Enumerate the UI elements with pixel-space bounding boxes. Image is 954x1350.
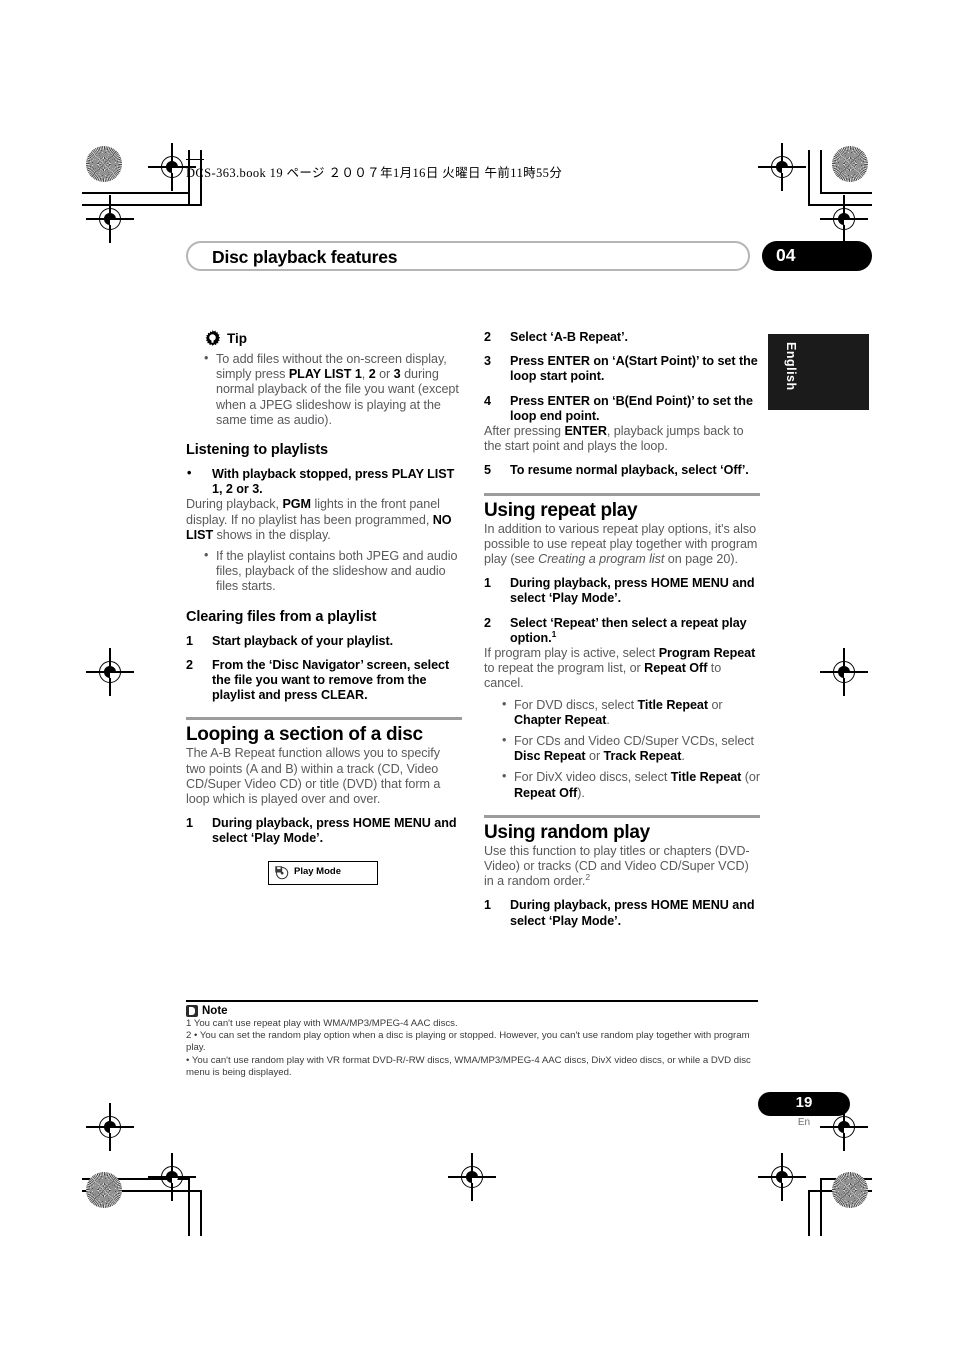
page-language-code: En — [797, 1117, 811, 1128]
looping-step-1: 1 During playback, press HOME MENU and s… — [186, 816, 457, 846]
registration-mark — [758, 1153, 806, 1201]
density-patch — [832, 146, 868, 182]
heading-listening-to-playlists: Listening to playlists — [186, 442, 329, 459]
ab-step-2: 2 Select ‘A-B Repeat’. — [484, 330, 628, 344]
ab-step-2-text: Select ‘A-B Repeat’. — [510, 330, 628, 344]
clearing-step-2-text: From the ‘Disc Navigator’ screen, select… — [212, 657, 450, 703]
density-patch — [832, 1172, 868, 1208]
registration-mark — [148, 1153, 196, 1201]
ab-step-4-body: After pressing ENTER, playback jumps bac… — [484, 424, 744, 454]
note-header: Note — [186, 1005, 758, 1017]
note-label: Note — [202, 1005, 228, 1017]
random-intro: Use this function to play titles or chap… — [484, 844, 760, 890]
listening-body: During playback, PGM lights in the front… — [186, 497, 452, 542]
note-line-1: 1 You can't use repeat play with WMA/MP3… — [186, 1018, 458, 1029]
note-line-3: • You can't use random play with VR form… — [186, 1054, 751, 1078]
random-step-1-text: During playback, press HOME MENU and sel… — [510, 898, 755, 928]
book-file-header: DCS-363.book 19 ページ ２００７年1月16日 火曜日 午前11時… — [186, 159, 563, 181]
book-file-header-text: DCS-363.book 19 ページ ２００７年1月16日 火曜日 午前11時… — [186, 166, 563, 180]
ab-step-5: 5 To resume normal playback, select ‘Off… — [484, 463, 749, 478]
listening-sub-bullet: If the playlist contains both JPEG and a… — [202, 548, 462, 595]
listening-step-bullet: • — [187, 466, 192, 481]
listening-step-text: With playback stopped, press PLAY LIST 1… — [212, 467, 455, 497]
registration-mark — [86, 195, 134, 243]
disc-play-mode-icon — [274, 865, 289, 880]
registration-mark — [820, 648, 868, 696]
gear-tip-icon — [204, 330, 221, 347]
clearing-step-1-text: Start playback of your playlist. — [212, 633, 394, 648]
left-column: Tip To add files without the on-screen d… — [186, 330, 462, 885]
chapter-number-text: 04 — [776, 245, 796, 265]
heading-using-random-play: Using random play — [484, 821, 650, 843]
ab-step-5-text: To resume normal playback, select ‘Off’. — [510, 463, 749, 478]
page-title: Disc playback features — [212, 247, 398, 267]
language-tab: English — [768, 334, 869, 410]
tip-header: Tip — [204, 330, 462, 347]
chapter-title-bar: Disc playback features — [186, 241, 750, 271]
heading-looping-section: Looping a section of a disc — [186, 724, 423, 746]
ab-step-4: 4 Press ENTER on ‘B(End Point)’ to set t… — [484, 393, 753, 423]
note-line-2: 2 • You can set the random play option w… — [186, 1030, 750, 1054]
manual-page: DCS-363.book 19 ページ ２００７年1月16日 火曜日 午前11時… — [0, 0, 954, 1350]
repeat-step-2-body: If program play is active, select Progra… — [484, 646, 756, 691]
play-mode-figure: Play Mode — [268, 860, 378, 885]
density-patch — [86, 1172, 122, 1208]
looping-step-1-text: During playback, press HOME MENU and sel… — [212, 816, 457, 846]
ab-step-4-text: Press ENTER on ‘B(End Point)’ to set the… — [510, 393, 753, 423]
registration-mark — [448, 1153, 496, 1201]
section-divider — [484, 814, 760, 818]
heading-clearing-files: Clearing files from a playlist — [186, 608, 377, 625]
note-block: Note 1 You can't use repeat play with WM… — [186, 1000, 758, 1079]
language-tab-label: English — [784, 342, 798, 391]
play-mode-figure-label: Play Mode — [294, 865, 341, 877]
repeat-bullet-divx: For DivX video discs, select Title Repea… — [500, 769, 760, 800]
ab-step-3: 3 Press ENTER on ‘A(Start Point)’ to set… — [484, 354, 758, 384]
density-patch — [86, 146, 122, 182]
page-number-badge: 19 — [758, 1092, 850, 1116]
ab-step-3-text: Press ENTER on ‘A(Start Point)’ to set t… — [510, 354, 758, 384]
chapter-number-badge: 04 — [762, 241, 872, 271]
footnote-ref-1: 1 — [551, 628, 557, 639]
registration-mark — [758, 143, 806, 191]
repeat-step-2: 2 Select ‘Repeat’ then select a repeat p… — [484, 615, 747, 645]
listening-step: • With playback stopped, press PLAY LIST… — [186, 466, 462, 497]
registration-mark — [86, 648, 134, 696]
registration-mark — [820, 195, 868, 243]
repeat-intro: In addition to various repeat play optio… — [484, 521, 758, 567]
clearing-step-1: 1 Start playback of your playlist. — [186, 633, 394, 648]
page-number-text: 19 — [795, 1094, 813, 1111]
registration-mark — [86, 1103, 134, 1151]
footnote-ref-2: 2 — [585, 872, 590, 883]
clearing-step-2: 2 From the ‘Disc Navigator’ screen, sele… — [186, 657, 450, 703]
right-column: 2 Select ‘A-B Repeat’. 3 Press ENTER on … — [484, 330, 760, 929]
random-intro-text: Use this function to play titles or chap… — [484, 843, 750, 889]
listening-sub-bullet-text: If the playlist contains both JPEG and a… — [216, 549, 458, 594]
repeat-step-1: 1 During playback, press HOME MENU and s… — [484, 576, 755, 606]
repeat-step-2-text: Select ‘Repeat’ then select a repeat pla… — [510, 615, 747, 645]
repeat-step-1-text: During playback, press HOME MENU and sel… — [510, 576, 755, 606]
heading-using-repeat-play: Using repeat play — [484, 499, 638, 521]
section-divider — [186, 717, 462, 721]
tip-bullet-text: To add files without the on-screen displ… — [216, 352, 459, 427]
repeat-bullet-cd: For CDs and Video CD/Super VCDs, select … — [500, 733, 760, 764]
registration-mark — [148, 143, 196, 191]
looping-body: The A-B Repeat function allows you to sp… — [186, 746, 441, 807]
repeat-bullet-dvd: For DVD discs, select Title Repeat or Ch… — [500, 697, 760, 728]
note-divider — [186, 1000, 758, 1002]
tip-bullet: To add files without the on-screen displ… — [202, 351, 462, 428]
random-step-1: 1 During playback, press HOME MENU and s… — [484, 898, 755, 928]
note-icon — [186, 1005, 198, 1017]
section-divider — [484, 492, 760, 496]
tip-label: Tip — [227, 331, 247, 346]
